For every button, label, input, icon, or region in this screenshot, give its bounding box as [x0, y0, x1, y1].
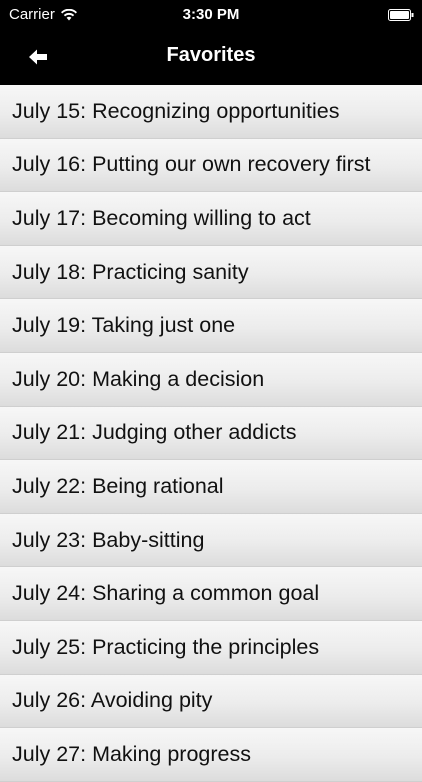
list-item[interactable]: July 24: Sharing a common goal — [0, 567, 422, 621]
list-item[interactable]: July 17: Becoming willing to act — [0, 192, 422, 246]
list-item[interactable]: July 26: Avoiding pity — [0, 674, 422, 729]
list-item[interactable]: July 21: Judging other addicts — [0, 406, 422, 461]
list-item[interactable]: July 22: Being rational — [0, 460, 422, 514]
list-item[interactable]: July 15: Recognizing opportunities — [0, 85, 422, 139]
battery-full-icon — [388, 9, 414, 21]
navigation-bar: Favorites — [0, 30, 422, 85]
list-item[interactable]: July 16: Putting our own recovery first — [0, 138, 422, 193]
status-bar: Carrier 3:30 PM — [0, 0, 422, 30]
list-item[interactable]: July 18: Practicing sanity — [0, 245, 422, 300]
list-item[interactable]: July 23: Baby-sitting — [0, 513, 422, 568]
status-time: 3:30 PM — [182, 6, 240, 23]
list-item[interactable]: July 19: Taking just one — [0, 299, 422, 353]
favorites-list: July 15: Recognizing opportunities July 1… — [0, 85, 422, 782]
page-title: Favorites — [166, 44, 256, 66]
list-item[interactable]: July 27: Making progress — [0, 728, 422, 782]
list-item[interactable]: July 20: Making a decision — [0, 352, 422, 407]
list-item[interactable]: July 25: Practicing the principles — [0, 620, 422, 675]
